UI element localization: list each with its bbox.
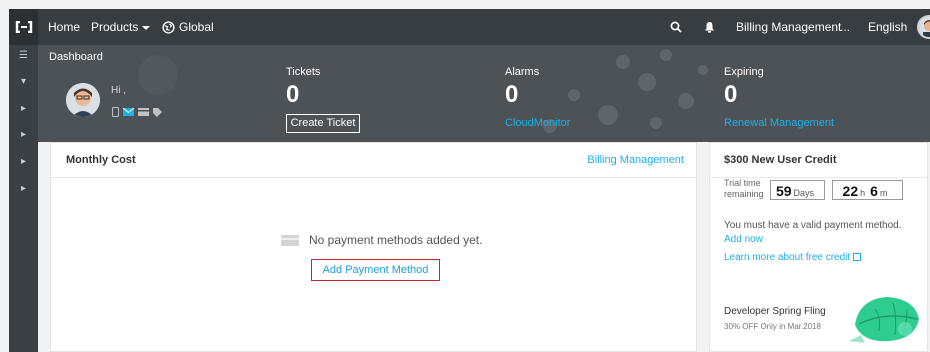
nav-products-label: Products — [91, 20, 139, 34]
add-now-link[interactable]: Add now — [724, 234, 763, 245]
email-icon[interactable] — [123, 108, 134, 116]
top-navigation-bar: Home Products Global Billing Management … — [9, 9, 930, 45]
hours-value: 22 — [842, 183, 859, 199]
expiring-count: 0 — [724, 81, 738, 108]
promo-subtitle: 30% OFF Only in Mar.2018 — [724, 322, 821, 331]
nav-global-label: Global — [179, 20, 214, 34]
nav-products[interactable]: Products — [91, 9, 151, 45]
minutes-unit: m — [879, 188, 888, 198]
search-button[interactable] — [670, 9, 682, 45]
chevron-down-icon[interactable]: ▾ — [9, 71, 38, 91]
renewal-management-link[interactable]: Renewal Management — [724, 117, 834, 129]
minutes-value: 6 — [870, 183, 878, 199]
learn-more-label: Learn more about free credit — [724, 252, 851, 263]
monthly-cost-header: Monthly Cost Billing Management — [51, 143, 696, 178]
phone-icon[interactable] — [112, 107, 119, 117]
promo-leaf-illustration — [845, 291, 925, 349]
bokeh-dot — [660, 49, 672, 61]
bokeh-dot — [678, 93, 694, 109]
expiring-label: Expiring — [724, 66, 764, 78]
bokeh-dot — [568, 89, 580, 101]
menu-icon[interactable]: ☰ — [9, 45, 38, 65]
page-title: Dashboard — [49, 51, 103, 63]
payment-notice: You must have a valid payment method. — [724, 220, 902, 231]
nav-billing-management[interactable]: Billing Management — [736, 9, 841, 45]
days-value: 59 — [775, 183, 792, 199]
greeting-text: Hi , — [111, 85, 126, 96]
tickets-count: 0 — [286, 81, 300, 108]
learn-more-link[interactable]: Learn more about free credit — [724, 252, 862, 263]
credit-header: $300 New User Credit — [710, 143, 927, 178]
tag-icon[interactable] — [153, 107, 162, 117]
bokeh-dot — [616, 55, 630, 69]
trial-time-label: Trial time remaining — [724, 178, 764, 199]
hours-unit: h — [860, 188, 866, 198]
console-page: Home Products Global Billing Management … — [0, 0, 930, 352]
days-remaining-box: 59 Days — [770, 180, 825, 200]
chevron-right-icon[interactable]: ▸ — [9, 124, 38, 144]
chevron-down-icon — [142, 25, 151, 30]
bokeh-dot — [638, 73, 656, 91]
sidebar: ☰ ▾ ▸ ▸ ▸ ▸ — [9, 45, 38, 352]
alarms-label: Alarms — [505, 66, 540, 78]
cloudmonitor-link[interactable]: CloudMonitor — [505, 117, 570, 129]
credit-card-icon — [281, 234, 299, 246]
bokeh-dot — [598, 105, 618, 125]
monthly-cost-title: Monthly Cost — [66, 154, 136, 166]
billing-management-link[interactable]: Billing Management — [587, 154, 684, 166]
bell-icon — [705, 22, 714, 33]
user-avatar[interactable] — [917, 15, 930, 39]
avatar[interactable] — [66, 83, 100, 117]
nav-home[interactable]: Home — [48, 9, 80, 45]
days-unit: Days — [793, 188, 815, 198]
nav-global[interactable]: Global — [162, 9, 214, 45]
logo-icon[interactable] — [9, 9, 38, 45]
dashboard-banner: Dashboard Hi , Tickets 0 Create Ticket A… — [38, 45, 930, 142]
bokeh-dot — [138, 55, 178, 95]
alarms-count: 0 — [505, 81, 519, 108]
monthly-cost-card: Monthly Cost Billing Management No payme… — [50, 142, 697, 352]
notifications-button[interactable] — [704, 9, 715, 45]
tickets-label: Tickets — [286, 66, 321, 78]
card-icon[interactable] — [138, 108, 149, 116]
add-payment-method-button[interactable]: Add Payment Method — [311, 259, 440, 281]
new-user-credit-card: $300 New User Credit Trial time remainin… — [709, 142, 928, 352]
empty-state: No payment methods added yet. — [281, 232, 482, 248]
chevron-right-icon[interactable]: ▸ — [9, 178, 38, 198]
contact-icons — [112, 107, 162, 117]
nav-language[interactable]: English — [868, 9, 907, 45]
bokeh-dot — [698, 65, 708, 75]
globe-icon — [162, 20, 175, 34]
external-link-icon — [853, 253, 862, 261]
nav-more[interactable]: ... — [840, 9, 850, 45]
credit-title: $300 New User Credit — [724, 154, 837, 166]
time-remaining-box: 22 h 6 m — [832, 180, 903, 200]
search-icon — [670, 21, 682, 33]
bokeh-dot — [650, 117, 662, 129]
create-ticket-button[interactable]: Create Ticket — [286, 114, 360, 133]
chevron-right-icon[interactable]: ▸ — [9, 98, 38, 118]
chevron-right-icon[interactable]: ▸ — [9, 151, 38, 171]
empty-message: No payment methods added yet. — [309, 233, 483, 247]
promo-title[interactable]: Developer Spring Fling — [724, 306, 826, 317]
